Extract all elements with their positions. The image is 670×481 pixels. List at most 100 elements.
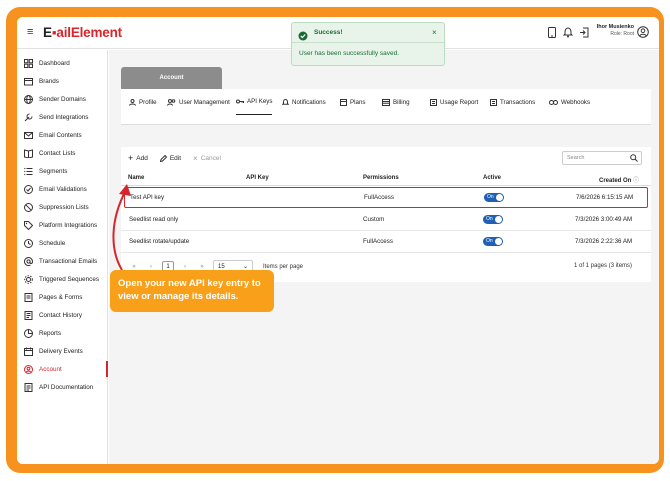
- logo[interactable]: E▪ailElement: [43, 25, 122, 40]
- sidebar-item-triggered-sequences[interactable]: Triggered Sequences: [17, 271, 108, 287]
- pencil-icon: [159, 154, 167, 162]
- table-row[interactable]: Seedlist rotate/update FullAccess On 7/3…: [121, 232, 651, 253]
- tab-api-keys[interactable]: API Keys: [236, 89, 273, 115]
- sidebar-item-transactional-emails[interactable]: Transactional Emails: [17, 253, 108, 269]
- tab-plans[interactable]: Plans: [340, 89, 365, 115]
- sidebar-item-dashboard[interactable]: Dashboard: [17, 55, 108, 71]
- sidebar-item-email-contents[interactable]: Email Contents: [17, 127, 108, 143]
- pages-icon: [23, 292, 33, 302]
- tab-label: Billing: [393, 98, 410, 106]
- toggle-label: On: [487, 194, 494, 200]
- cell-created-on: 7/6/2026 6:15:15 AM: [576, 194, 634, 201]
- book-icon: [23, 148, 33, 158]
- success-toast: Success! × User has been successfully sa…: [291, 22, 445, 66]
- sidebar-item-api-documentation[interactable]: API Documentation: [17, 379, 108, 395]
- transactions-icon: [490, 98, 497, 106]
- sidebar-item-delivery-events[interactable]: Delivery Events: [17, 343, 108, 359]
- sidebar-item-label: Account: [39, 365, 62, 373]
- billing-icon: [382, 98, 390, 106]
- active-toggle[interactable]: On: [483, 237, 503, 246]
- sidebar-item-label: API Documentation: [39, 383, 94, 391]
- sidebar-item-label: Triggered Sequences: [39, 275, 99, 283]
- toggle-knob: [496, 194, 503, 201]
- tab-billing[interactable]: Billing: [382, 89, 410, 115]
- search-icon: [630, 154, 638, 164]
- grid-icon: [23, 58, 33, 68]
- sidebar-item-label: Pages & Forms: [39, 293, 83, 301]
- tab-label: Profile: [139, 98, 157, 106]
- ban-icon: [23, 202, 33, 212]
- tab-user-management[interactable]: User Management: [167, 89, 230, 115]
- cell-permissions: Custom: [363, 216, 385, 223]
- tab-label: Usage Report: [440, 98, 479, 106]
- column-header-permissions[interactable]: Permissions: [363, 175, 399, 181]
- bell-icon[interactable]: [562, 26, 573, 38]
- cell-name: Seedlist rotate/update: [129, 238, 190, 245]
- hamburger-menu-icon[interactable]: ≡: [27, 26, 33, 38]
- top-icons: [546, 26, 589, 38]
- account-icon: [23, 364, 33, 374]
- active-toggle[interactable]: On: [483, 215, 503, 224]
- items-per-page-label: Items per page: [263, 263, 304, 270]
- sidebar-item-schedule[interactable]: Schedule: [17, 235, 108, 251]
- main-content: Account Profile User Management API Keys…: [109, 50, 659, 464]
- sidebar-item-platform-integrations[interactable]: Platform Integrations: [17, 217, 108, 233]
- user-info[interactable]: Ihor Musienko Role: Root: [592, 24, 634, 37]
- table-row[interactable]: Seedlist read only Custom On 7/3/2026 3:…: [121, 210, 651, 231]
- user-name: Ihor Musienko: [596, 24, 634, 30]
- edit-button[interactable]: Edit: [159, 153, 181, 163]
- account-subnav: Profile User Management API Keys Notific…: [121, 89, 651, 125]
- cell-name: Seedlist read only: [129, 216, 179, 223]
- tab-label: Notifications: [292, 98, 326, 106]
- column-header-created-on[interactable]: Created On ⓘ: [599, 175, 639, 184]
- search-placeholder: Search: [567, 155, 585, 161]
- sidebar-item-suppression-lists[interactable]: Suppression Lists: [17, 199, 108, 215]
- column-header-active[interactable]: Active: [483, 175, 501, 181]
- tab-notifications[interactable]: Notifications: [282, 89, 326, 115]
- cancel-label: Cancel: [200, 154, 221, 162]
- bell-icon: [282, 98, 289, 105]
- sidebar-item-account[interactable]: Account: [17, 361, 108, 377]
- user-avatar-icon[interactable]: [637, 25, 649, 43]
- page-size-value: 15: [218, 263, 225, 270]
- sidebar-item-contact-history[interactable]: Contact History: [17, 307, 108, 323]
- tab-label: Webhooks: [561, 98, 591, 106]
- toast-message: User has been successfully saved.: [299, 50, 400, 57]
- cell-created-on: 7/3/2026 2:22:36 AM: [575, 238, 633, 245]
- table-row[interactable]: Test API key FullAccess On 7/6/2026 6:15…: [124, 187, 648, 208]
- sidebar-item-label: Email Validations: [39, 185, 87, 193]
- plus-icon: +: [128, 153, 134, 163]
- cancel-button[interactable]: × Cancel: [193, 153, 221, 163]
- tab-label: API Keys: [247, 98, 273, 105]
- mobile-icon[interactable]: [546, 26, 557, 38]
- toggle-knob: [495, 216, 502, 223]
- sidebar-item-segments[interactable]: Segments: [17, 163, 108, 179]
- account-header-tab[interactable]: Account: [121, 67, 222, 89]
- events-icon: [23, 346, 33, 356]
- toast-close-icon[interactable]: ×: [432, 28, 437, 37]
- sidebar-item-brands[interactable]: Brands: [17, 73, 108, 89]
- logout-icon[interactable]: [578, 26, 589, 38]
- search-input[interactable]: Search: [562, 151, 642, 165]
- column-header-api-key[interactable]: API Key: [246, 175, 269, 181]
- sidebar-item-send-integrations[interactable]: Send Integrations: [17, 109, 108, 125]
- sidebar-item-label: Reports: [39, 329, 62, 337]
- sidebar-item-label: Suppression Lists: [39, 203, 89, 211]
- add-button[interactable]: + Add: [128, 153, 148, 163]
- tab-webhooks[interactable]: Webhooks: [549, 89, 590, 115]
- sidebar-item-label: Send Integrations: [39, 113, 89, 121]
- created-on-label: Created On: [599, 178, 632, 184]
- active-toggle[interactable]: On: [484, 193, 504, 202]
- tab-transactions[interactable]: Transactions: [490, 89, 535, 115]
- logo-prefix: E: [43, 25, 52, 40]
- sidebar-item-pages-forms[interactable]: Pages & Forms: [17, 289, 108, 305]
- sidebar-item-contact-lists[interactable]: Contact Lists: [17, 145, 108, 161]
- sidebar-item-reports[interactable]: Reports: [17, 325, 108, 341]
- sidebar-item-label: Transactional Emails: [39, 257, 98, 265]
- tab-profile[interactable]: Profile: [129, 89, 157, 115]
- api-keys-panel: + Add Edit × Cancel Search Name API Key Pe…: [121, 147, 651, 282]
- sidebar-item-email-validations[interactable]: Email Validations: [17, 181, 108, 197]
- column-header-name[interactable]: Name: [128, 175, 144, 181]
- tab-usage-report[interactable]: Usage Report: [430, 89, 478, 115]
- sidebar-item-sender-domains[interactable]: Sender Domains: [17, 91, 108, 107]
